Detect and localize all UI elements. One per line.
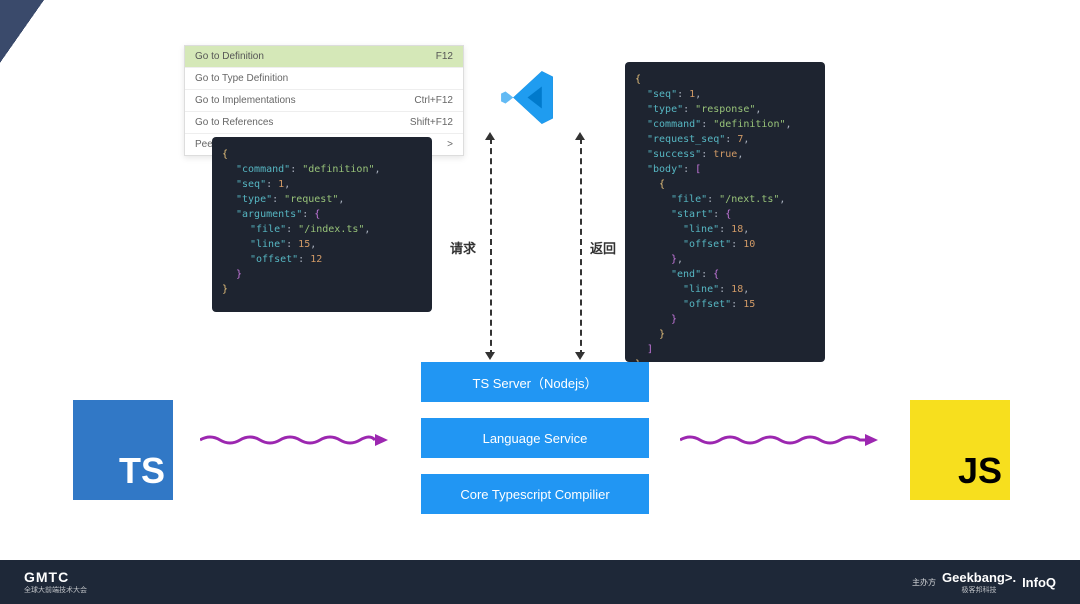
vscode-icon [500, 70, 555, 125]
menu-item-go-to-type-definition[interactable]: Go to Type Definition [185, 68, 463, 90]
typescript-logo: TS [73, 400, 173, 500]
javascript-logo: JS [910, 400, 1010, 500]
tsserver-box: TS Server（Nodejs） [421, 362, 649, 402]
language-service-box: Language Service [421, 418, 649, 458]
geekbang-logo: Geekbang>. [942, 570, 1016, 585]
response-arrow [580, 138, 582, 356]
conference-logo: GMTC [24, 569, 87, 585]
menu-item-go-to-implementations[interactable]: Go to Implementations Ctrl+F12 [185, 90, 463, 112]
request-label: 请求 [450, 238, 476, 257]
arrow-down-icon [575, 352, 585, 360]
infoq-logo: InfoQ [1022, 575, 1056, 590]
geekbang-subtitle: 极客邦科技 [962, 585, 997, 595]
menu-label: Go to Type Definition [195, 73, 288, 84]
menu-label: Go to References [195, 117, 273, 128]
menu-shortcut: Shift+F12 [410, 117, 453, 128]
arrow-up-icon [485, 132, 495, 140]
menu-shortcut: > [447, 139, 453, 150]
arrow-down-icon [485, 352, 495, 360]
flow-arrow-left [200, 432, 390, 448]
menu-shortcut: Ctrl+F12 [414, 95, 453, 106]
response-code-block: { "seq": 1, "type": "response", "command… [625, 62, 825, 362]
menu-shortcut: F12 [436, 51, 453, 62]
arrow-up-icon [575, 132, 585, 140]
conference-subtitle: 全球大前端技术大会 [24, 585, 87, 595]
footer-bar: GMTC 全球大前端技术大会 主办方 Geekbang>. 极客邦科技 Info… [0, 560, 1080, 604]
menu-label: Go to Definition [195, 51, 264, 62]
request-code-block: { "command": "definition", "seq": 1, "ty… [212, 137, 432, 312]
response-label: 返回 [590, 238, 616, 257]
decorative-triangle [0, 0, 129, 95]
menu-item-go-to-definition[interactable]: Go to Definition F12 [185, 46, 463, 68]
menu-item-go-to-references[interactable]: Go to References Shift+F12 [185, 112, 463, 134]
compiler-box: Core Typescript Compilier [421, 474, 649, 514]
menu-label: Go to Implementations [195, 95, 296, 106]
host-label: 主办方 [912, 577, 936, 588]
flow-arrow-right [680, 432, 880, 448]
request-arrow [490, 138, 492, 356]
